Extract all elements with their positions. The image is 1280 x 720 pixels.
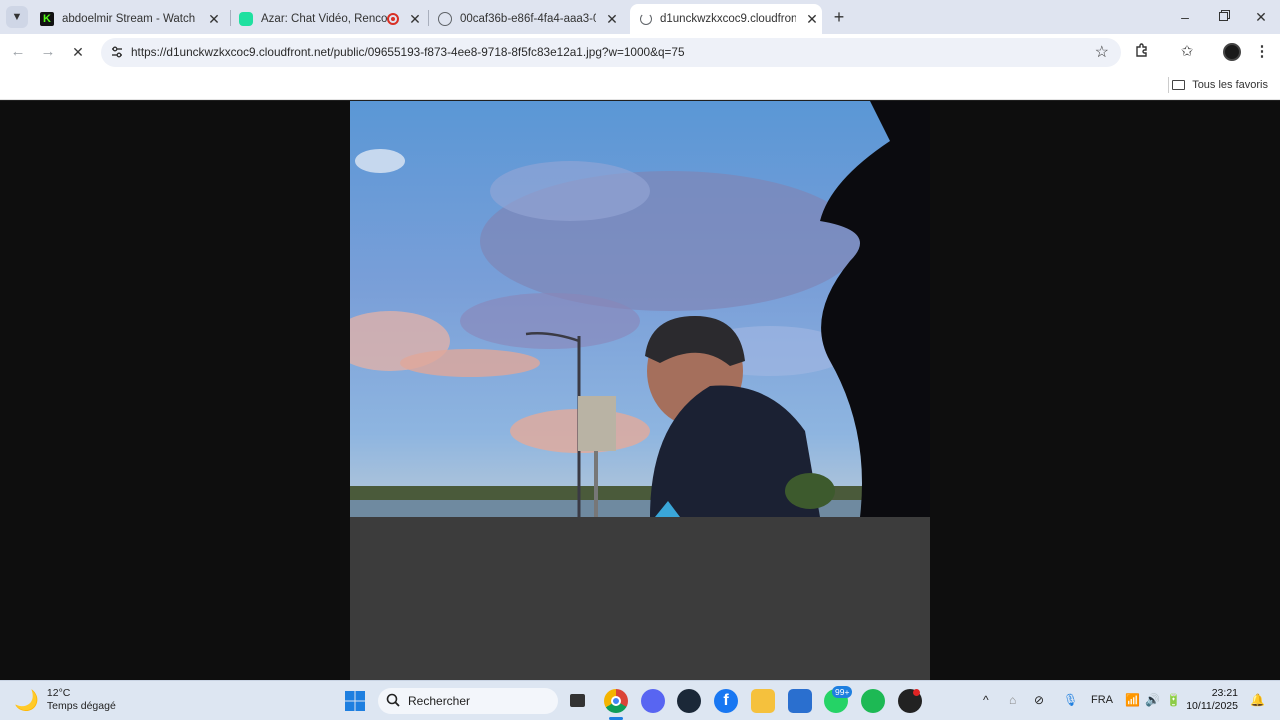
- bookmarks-divider: [1168, 77, 1169, 93]
- image-letterbox: [350, 517, 930, 680]
- weather-temp: 12°C: [46, 687, 71, 699]
- show-hidden-icons-button[interactable]: ^: [983, 693, 989, 707]
- tab-strip: ▼ K abdoelmir Stream - Watch Live ✕ Azar…: [0, 0, 1280, 34]
- tab-title: d1unckwzkxcoc9.cloudfront.net: [660, 13, 796, 25]
- weather-widget[interactable]: 🌙 12°C Temps dégagé: [14, 687, 116, 713]
- close-icon: ✕: [1255, 9, 1267, 25]
- tab-title: Azar: Chat Vidéo, Rencontr: [261, 13, 387, 25]
- notification-dot: [913, 689, 920, 696]
- bookmarks-bar: Tous les favoris: [0, 70, 1280, 100]
- taskbar-file-explorer[interactable]: [751, 689, 775, 713]
- tray-wifi[interactable]: 📶: [1125, 693, 1140, 707]
- start-button[interactable]: [344, 690, 366, 712]
- tray-app-icon[interactable]: ⌂: [1009, 693, 1016, 707]
- azar-favicon-icon: [239, 12, 253, 26]
- notifications-button[interactable]: 🔔: [1250, 693, 1265, 707]
- close-icon[interactable]: ✕: [206, 11, 222, 27]
- puzzle-icon: [1134, 43, 1150, 62]
- folder-icon: [1172, 80, 1186, 90]
- taskbar-steam[interactable]: [677, 689, 701, 713]
- address-bar[interactable]: https://d1unckwzkxcoc9.cloudfront.net/pu…: [101, 38, 1121, 67]
- taskbar-spotify[interactable]: [861, 689, 885, 713]
- star-list-icon: ✩: [1180, 43, 1194, 60]
- displayed-photo[interactable]: [350, 101, 930, 517]
- close-icon: ✕: [72, 44, 84, 60]
- globe-icon: [438, 12, 452, 26]
- task-view-icon: [570, 694, 585, 707]
- tray-battery[interactable]: 🔋: [1166, 693, 1181, 707]
- menu-button[interactable]: ⋮: [1252, 42, 1272, 62]
- back-button[interactable]: ←: [8, 42, 28, 62]
- facebook-icon: f: [723, 692, 729, 709]
- taskbar-store[interactable]: [788, 689, 812, 713]
- windows-logo-icon: [344, 691, 366, 716]
- close-icon[interactable]: ✕: [804, 11, 820, 27]
- folder-label: Tous les favoris: [1192, 79, 1268, 91]
- tray-cloud-off[interactable]: ⊘: [1034, 693, 1044, 707]
- minimize-icon: –: [1181, 9, 1189, 25]
- close-icon[interactable]: ✕: [407, 11, 423, 27]
- clock-time: 23:21: [1211, 687, 1238, 699]
- close-window-button[interactable]: ✕: [1252, 8, 1270, 26]
- arrow-left-icon: ←: [10, 43, 26, 60]
- chevron-down-icon: ▼: [11, 11, 23, 23]
- site-info-icon[interactable]: [110, 45, 124, 59]
- bell-icon: 🔔: [1250, 693, 1265, 707]
- more-vertical-icon: ⋮: [1254, 43, 1270, 60]
- image-viewer: [0, 101, 1280, 680]
- microphone-icon: 🎙: [1063, 693, 1079, 707]
- windows-taskbar: 🌙 12°C Temps dégagé Rechercher f 99+ ^ ⌂…: [0, 680, 1280, 720]
- browser-toolbar: ← → ✕ https://d1unckwzkxcoc9.cloudfront.…: [0, 34, 1280, 70]
- chevron-up-icon: ^: [983, 693, 989, 707]
- minimize-button[interactable]: –: [1176, 8, 1194, 26]
- tab-kick-stream[interactable]: K abdoelmir Stream - Watch Live ✕: [30, 4, 230, 34]
- star-icon: ☆: [1094, 44, 1109, 61]
- tab-image-file[interactable]: 00caf36b-e86f-4fa4-aaa3-06b2 ✕: [428, 4, 628, 34]
- tab-title: abdoelmir Stream - Watch Live: [62, 13, 198, 25]
- stop-loading-button[interactable]: ✕: [68, 42, 88, 62]
- whatsapp-badge: 99+: [832, 686, 853, 698]
- chrome-icon: [611, 696, 621, 706]
- system-clock[interactable]: 23:21 10/11/2025: [1186, 687, 1238, 713]
- extensions-button[interactable]: [1132, 42, 1152, 62]
- url-text: https://d1unckwzkxcoc9.cloudfront.net/pu…: [131, 45, 685, 59]
- loading-icon: [640, 13, 652, 25]
- cloud-off-icon: ⊘: [1034, 693, 1045, 707]
- reading-list-button[interactable]: ✩: [1177, 42, 1197, 62]
- search-label: Rechercher: [408, 694, 471, 708]
- kick-favicon-icon: K: [40, 12, 54, 26]
- wifi-icon: 📶: [1125, 693, 1140, 707]
- speaker-icon: 🔊: [1145, 693, 1160, 707]
- tab-cloudfront-active[interactable]: d1unckwzkxcoc9.cloudfront.net ✕: [630, 4, 822, 34]
- tab-azar-chat[interactable]: Azar: Chat Vidéo, Rencontr ✕: [229, 4, 429, 34]
- taskbar-chrome[interactable]: [604, 689, 628, 713]
- arrow-right-icon: →: [40, 43, 56, 60]
- all-bookmarks-folder[interactable]: Tous les favoris: [1172, 76, 1268, 94]
- plus-icon: +: [833, 7, 845, 27]
- restore-button[interactable]: [1214, 8, 1232, 26]
- bookmark-star-button[interactable]: ☆: [1095, 42, 1109, 62]
- taskbar-facebook[interactable]: f: [714, 689, 738, 713]
- tab-search-button[interactable]: ▼: [6, 6, 28, 28]
- recording-icon: [387, 13, 399, 25]
- taskbar-discord[interactable]: [641, 689, 665, 713]
- clipboard-icon: ⌂: [1009, 693, 1017, 707]
- battery-icon: 🔋: [1166, 693, 1181, 707]
- search-icon: [386, 693, 400, 710]
- forward-button[interactable]: →: [38, 42, 58, 62]
- clock-date: 10/11/2025: [1186, 700, 1238, 712]
- weather-desc: Temps dégagé: [46, 700, 116, 712]
- tray-microphone[interactable]: 🎙: [1063, 693, 1078, 707]
- tray-volume[interactable]: 🔊: [1145, 693, 1160, 707]
- close-icon[interactable]: ✕: [604, 11, 620, 27]
- task-view-button[interactable]: [566, 689, 590, 713]
- tab-title: 00caf36b-e86f-4fa4-aaa3-06b2: [460, 13, 596, 25]
- taskbar-search[interactable]: Rechercher: [378, 688, 558, 714]
- new-tab-button[interactable]: +: [830, 8, 848, 26]
- moon-icon: 🌙: [14, 689, 39, 712]
- restore-icon: [1218, 12, 1228, 21]
- profile-avatar[interactable]: [1223, 43, 1241, 61]
- language-indicator[interactable]: FRA: [1091, 694, 1113, 706]
